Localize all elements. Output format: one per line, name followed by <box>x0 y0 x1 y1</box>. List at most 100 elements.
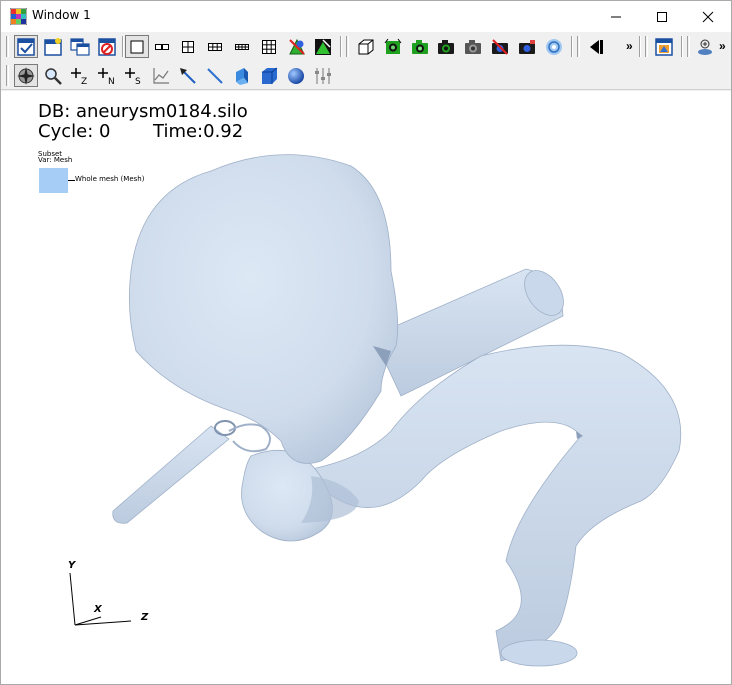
undo-view-icon <box>519 39 535 54</box>
minimize-icon <box>611 16 621 17</box>
toolbar-grip[interactable] <box>577 36 580 57</box>
spin-icon <box>384 38 402 54</box>
recenter-icon <box>492 38 508 55</box>
delete-window-icon <box>98 37 116 56</box>
bounding-box-button[interactable] <box>354 35 378 58</box>
vis-viewport[interactable]: DB: aneurysm0184.silo Cycle: 0 Time:0.92… <box>1 91 731 684</box>
plane-tool-icon <box>236 67 248 85</box>
toolbar-overflow-button[interactable]: » <box>719 39 726 53</box>
curve-pick-button[interactable] <box>149 64 173 87</box>
layout-2x4-icon <box>235 43 249 50</box>
interaction-toolbar: Z N S <box>1 61 731 90</box>
camera-icon <box>438 39 454 54</box>
save-image-icon <box>412 39 428 54</box>
box-tool-icon <box>262 67 278 84</box>
layout-2x3-button[interactable] <box>203 35 227 58</box>
sphere-tool-icon <box>288 67 304 84</box>
y-axis-line <box>69 572 76 626</box>
save-image-button[interactable] <box>408 35 432 58</box>
axes-triad <box>69 572 132 626</box>
zone-pick-button[interactable]: Z <box>68 64 92 87</box>
plane-tool-button[interactable] <box>230 64 254 87</box>
layout-2x2-button[interactable] <box>176 35 200 58</box>
engine-icon <box>698 39 712 55</box>
perspective-icon <box>546 38 562 55</box>
camera-off-button[interactable] <box>461 35 485 58</box>
x-axis-label: X <box>94 604 102 615</box>
zone-pick-icon: Z <box>71 67 87 86</box>
lock-time-icon <box>315 38 331 55</box>
svg-text:S: S <box>135 77 141 86</box>
camera-off-icon <box>465 39 481 54</box>
main-toolbar: » » <box>1 32 731 61</box>
line-out-button[interactable] <box>176 64 200 87</box>
lower-vessel-opening <box>500 639 578 667</box>
invert-background-icon <box>655 37 673 56</box>
layout-3x3-icon <box>262 39 276 54</box>
toolbar-overflow-button[interactable]: » <box>626 39 633 53</box>
delete-window-button[interactable] <box>95 35 119 58</box>
svg-text:Z: Z <box>81 77 87 86</box>
line-out-icon <box>180 67 196 84</box>
close-button[interactable] <box>685 1 731 32</box>
bounding-box-icon <box>358 39 374 54</box>
toolbar-separator <box>681 36 683 57</box>
minimize-button[interactable] <box>593 1 639 32</box>
toolbar-grip[interactable] <box>687 36 690 57</box>
toolbar-separator <box>340 36 342 57</box>
z-axis-line <box>74 620 132 626</box>
axis-restriction-button[interactable] <box>311 64 335 87</box>
mesh-render <box>69 154 682 667</box>
layout-1x2-button[interactable] <box>150 35 174 58</box>
engine-button[interactable] <box>693 35 717 58</box>
undo-view-button[interactable] <box>515 35 539 58</box>
curve-pick-icon <box>153 67 169 84</box>
sphere-tool-button[interactable] <box>284 64 308 87</box>
spreadsheet-pick-button[interactable]: S <box>122 64 146 87</box>
perspective-button[interactable] <box>542 35 566 58</box>
box-tool-button[interactable] <box>257 64 281 87</box>
close-icon <box>702 11 714 22</box>
junction-loop <box>228 423 271 453</box>
clone-window-icon <box>70 37 90 56</box>
toolbar-grip[interactable] <box>346 36 349 57</box>
visit-app-icon <box>10 8 27 25</box>
zoom-mode-button[interactable] <box>41 64 65 87</box>
line-tool-icon <box>207 67 223 84</box>
toolbar-grip[interactable] <box>645 36 648 57</box>
lock-time-button[interactable] <box>311 35 335 58</box>
svg-text:N: N <box>108 77 115 86</box>
layout-2x4-button[interactable] <box>230 35 254 58</box>
maximize-button[interactable] <box>639 1 685 32</box>
title-bar[interactable]: Window 1 <box>1 1 731 32</box>
spreadsheet-pick-icon: S <box>125 67 141 86</box>
layout-2x2-icon <box>182 40 194 53</box>
layout-1x1-button[interactable] <box>125 35 149 58</box>
navigate-mode-icon <box>17 66 35 85</box>
toggle-window-active-button[interactable] <box>14 35 38 58</box>
recenter-button[interactable] <box>488 35 512 58</box>
line-tool-button[interactable] <box>203 64 227 87</box>
toolbar-grip[interactable] <box>6 36 9 57</box>
camera-button[interactable] <box>434 35 458 58</box>
new-window-button[interactable] <box>41 35 65 58</box>
node-pick-icon: N <box>98 67 115 86</box>
new-window-icon <box>44 37 62 56</box>
aneurysm-dome <box>128 154 399 464</box>
node-pick-button[interactable]: N <box>95 64 119 87</box>
invert-background-button[interactable] <box>652 35 676 58</box>
layout-3x3-button[interactable] <box>257 35 281 58</box>
reverse-play-icon <box>590 39 603 54</box>
lock-view-button[interactable] <box>285 35 309 58</box>
toggle-window-active-icon <box>17 37 35 56</box>
spin-button[interactable] <box>381 35 405 58</box>
toolbar-separator <box>122 36 124 57</box>
reverse-play-button[interactable] <box>583 35 607 58</box>
toolbar-separator <box>639 36 641 57</box>
clone-window-button[interactable] <box>68 35 92 58</box>
maximize-icon <box>657 11 667 22</box>
layout-1x1-icon <box>130 40 144 53</box>
zoom-mode-icon <box>45 67 62 85</box>
toolbar-grip[interactable] <box>6 65 9 86</box>
navigate-mode-button[interactable] <box>14 64 38 87</box>
